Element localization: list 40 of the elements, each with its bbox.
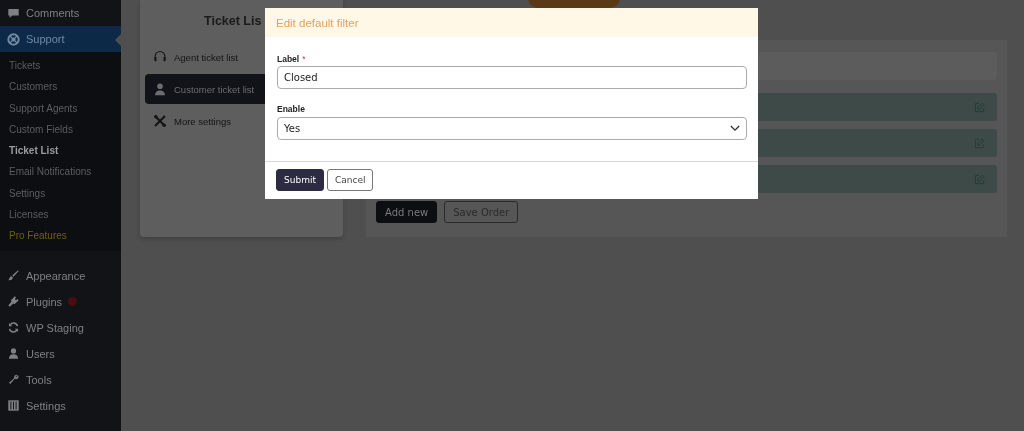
submenu-item[interactable]: Pro Features bbox=[0, 225, 121, 247]
brush-icon bbox=[7, 269, 20, 283]
settings-icon bbox=[7, 399, 20, 413]
submenu-item[interactable]: Licenses bbox=[0, 204, 121, 226]
enable-select[interactable]: Yes bbox=[277, 117, 747, 140]
sidebar-item[interactable]: WP Staging bbox=[0, 314, 121, 341]
required-mark: * bbox=[302, 53, 306, 64]
label-input[interactable]: Closed bbox=[277, 66, 747, 89]
submenu-item[interactable]: Email Notifications bbox=[0, 161, 121, 183]
sync-icon bbox=[7, 321, 20, 335]
comment-icon bbox=[7, 6, 20, 20]
headset-icon bbox=[153, 50, 167, 64]
chevron-icon bbox=[730, 125, 740, 132]
lifebuoy-icon bbox=[7, 32, 20, 46]
current-indicator bbox=[115, 34, 121, 46]
submenu-item[interactable]: Support Agents bbox=[0, 97, 121, 119]
modal-title: Edit default filter bbox=[276, 16, 359, 29]
sidebar-item[interactable]: Users bbox=[0, 340, 121, 367]
sidebar-item[interactable]: Plugins bbox=[0, 288, 121, 315]
user-icon bbox=[7, 347, 20, 361]
submenu-item[interactable]: Customers bbox=[0, 76, 121, 98]
plug-icon bbox=[7, 295, 20, 309]
sidebar-item[interactable]: Tools bbox=[0, 366, 121, 393]
submenu-item[interactable]: Custom Fields bbox=[0, 118, 121, 141]
sidebar-item[interactable]: Settings bbox=[0, 392, 121, 419]
sidebar-item[interactable]: Appearance bbox=[0, 262, 121, 289]
cancel-button[interactable]: Cancel bbox=[326, 169, 374, 191]
sidebar-item[interactable]: Support bbox=[0, 26, 121, 52]
submenu-item[interactable]: Tickets bbox=[0, 55, 121, 77]
field-label: Enable bbox=[277, 103, 305, 114]
sidebar-item[interactable]: Comments bbox=[0, 0, 121, 26]
submenu-item[interactable]: Ticket List bbox=[0, 140, 121, 162]
submenu-item[interactable]: Settings bbox=[0, 182, 121, 205]
card-title: Ticket Lis bbox=[204, 14, 262, 28]
wrench-icon bbox=[7, 373, 20, 387]
person-icon bbox=[153, 82, 167, 96]
submit-button[interactable]: Submit bbox=[276, 169, 324, 191]
tools-icon bbox=[153, 114, 167, 128]
field-label: Label bbox=[277, 53, 300, 64]
add-button[interactable]: Add new bbox=[376, 201, 438, 223]
